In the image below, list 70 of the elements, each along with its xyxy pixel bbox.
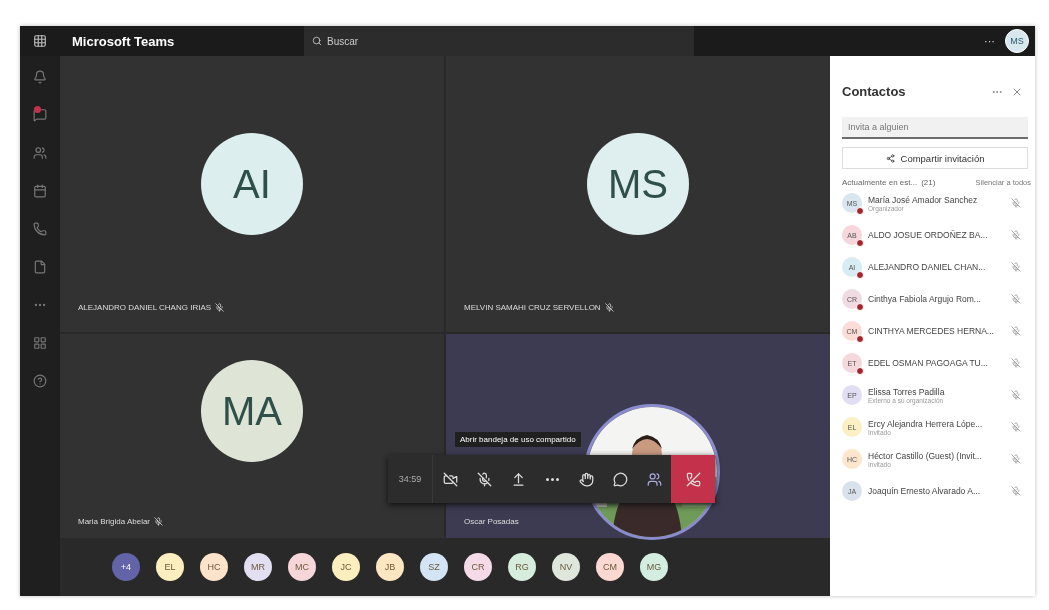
participant-name: Maria Brigida Abelar xyxy=(78,517,151,526)
more-button[interactable]: ··· xyxy=(984,35,995,47)
invite-field[interactable]: Invita a alguien xyxy=(842,117,1028,139)
mic-off-icon xyxy=(1011,390,1021,400)
participant-chip[interactable]: CR xyxy=(464,553,492,581)
people-icon xyxy=(646,471,662,487)
participant-chip[interactable]: RG xyxy=(508,553,536,581)
contact-name[interactable]: Joaquín Ernesto Alvarado A... xyxy=(868,486,1005,496)
calendar-icon[interactable] xyxy=(33,184,47,198)
contact-name[interactable]: Elissa Torres Padilla xyxy=(868,386,1005,397)
call-timer: 34:59 xyxy=(388,455,433,503)
panel-title: Contactos xyxy=(842,84,906,99)
participant-chip[interactable]: EL xyxy=(156,553,184,581)
participant-chip[interactable]: JC xyxy=(332,553,360,581)
files-icon[interactable] xyxy=(33,260,47,274)
app-title: Microsoft Teams xyxy=(71,33,176,49)
share-invitation-button[interactable]: Compartir invitación xyxy=(842,147,1028,169)
participant-name: MELVIN SAMAHI CRUZ SERVELLON xyxy=(464,303,601,312)
contact-name[interactable]: CINTHYA MERCEDES HERNA... xyxy=(868,326,1005,336)
camera-off-icon xyxy=(442,471,458,487)
participant-chip[interactable]: JB xyxy=(376,553,404,581)
mic-off-icon xyxy=(1011,454,1021,464)
help-icon[interactable] xyxy=(33,374,47,388)
app-launcher-icon[interactable] xyxy=(33,34,47,48)
chat-icon[interactable] xyxy=(33,108,47,122)
hangup-icon xyxy=(685,471,701,487)
mic-off-icon xyxy=(1011,262,1021,272)
contact-name[interactable]: ALEJANDRO DANIEL CHAN... xyxy=(868,262,1005,272)
mic-off-icon xyxy=(1011,198,1021,208)
participant-chip[interactable]: MC xyxy=(288,553,316,581)
hangup-button[interactable] xyxy=(671,455,715,503)
participant-chip[interactable]: NV xyxy=(552,553,580,581)
contact-name[interactable]: EDEL OSMAN PAGOAGA TU... xyxy=(868,358,1005,368)
contact-name[interactable]: Ercy Alejandra Herrera Lópe... xyxy=(868,418,1005,429)
participant-count: (21) xyxy=(921,178,936,187)
contact-name[interactable]: Cinthya Fabiola Argujo Rom... xyxy=(868,294,1005,304)
section-title[interactable]: Actualmente en est... xyxy=(842,178,918,187)
participant-chip[interactable]: CM xyxy=(596,553,624,581)
more-icon xyxy=(545,477,559,481)
mic-off-icon xyxy=(1011,486,1021,496)
participant-name: ALEJANDRO DANIEL CHANG IRIAS xyxy=(78,303,212,312)
search-field[interactable]: Buscar xyxy=(304,26,694,56)
mic-off-icon xyxy=(1011,230,1021,240)
participant-chip[interactable]: MR xyxy=(244,553,272,581)
mic-off-icon xyxy=(1011,326,1021,336)
participant-chip[interactable]: +4 xyxy=(112,553,140,581)
hand-icon xyxy=(578,471,594,487)
activity-icon[interactable] xyxy=(33,70,47,84)
participant-chip[interactable]: SZ xyxy=(420,553,448,581)
mic-off-icon xyxy=(476,471,492,487)
participant-chip[interactable]: HC xyxy=(200,553,228,581)
search-icon xyxy=(312,36,322,46)
tooltip: Abrir bandeja de uso compartido xyxy=(455,432,581,447)
apps-icon[interactable] xyxy=(33,336,47,350)
mic-off-icon xyxy=(1011,422,1021,432)
participant-avatar: AI xyxy=(201,133,303,235)
user-avatar[interactable]: MS xyxy=(1005,29,1029,53)
participant-chip[interactable]: MG xyxy=(640,553,668,581)
mic-off-icon xyxy=(1011,294,1021,304)
participant-avatar: MA xyxy=(201,360,303,462)
participant-name: Oscar Posadas xyxy=(464,517,519,526)
teams-icon[interactable] xyxy=(33,146,47,160)
contact-name[interactable]: Héctor Castillo (Guest) (Invit... xyxy=(868,450,1005,461)
mic-off-icon xyxy=(1011,358,1021,368)
contact-name[interactable]: ALDO JOSUE ORDOÑEZ BA... xyxy=(868,230,1005,240)
calls-icon[interactable] xyxy=(33,222,47,236)
participant-avatar: MS xyxy=(587,133,689,235)
share-icon xyxy=(885,153,895,163)
contact-name[interactable]: María José Amador Sanchez xyxy=(868,194,1005,205)
chat-icon xyxy=(612,471,628,487)
